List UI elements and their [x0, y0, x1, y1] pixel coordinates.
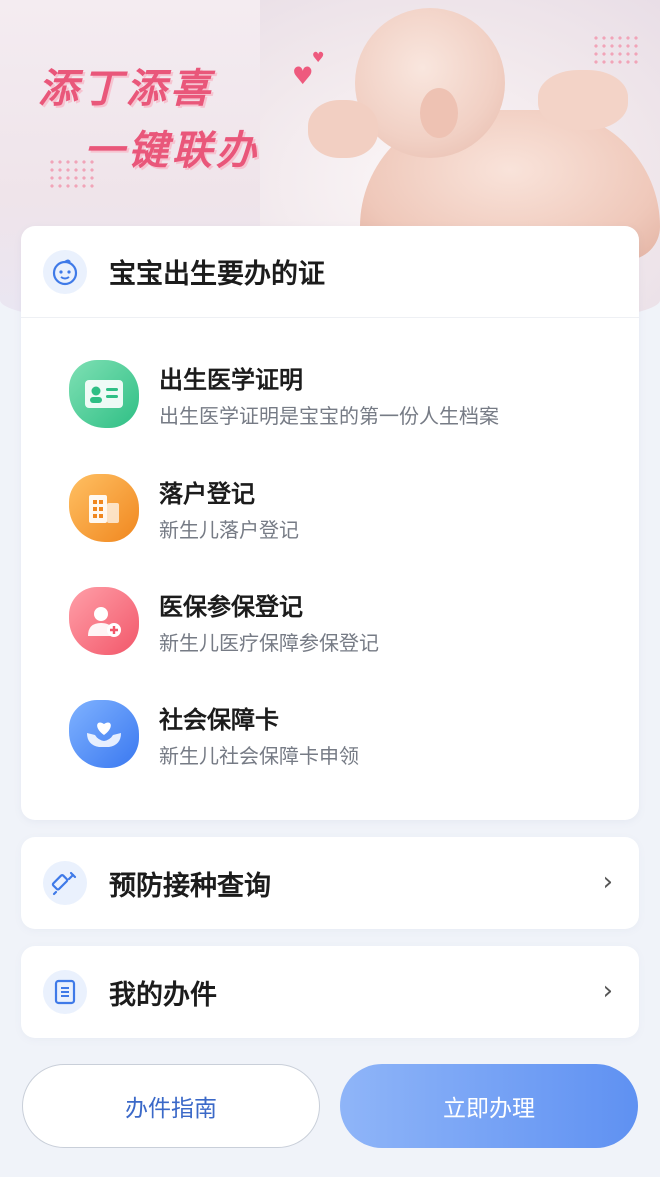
apply-now-button[interactable]: 立即办理	[340, 1064, 638, 1148]
item-medical-insurance[interactable]: 医保参保登记 新生儿医疗保障参保登记	[69, 583, 609, 663]
item-name: 出生医学证明	[159, 366, 303, 394]
item-name: 社会保障卡	[159, 706, 279, 734]
my-cases-label: 我的办件	[109, 979, 217, 1011]
item-description: 新生儿医疗保障参保登记	[159, 631, 379, 655]
card-title: 宝宝出生要办的证	[109, 259, 325, 290]
banner-title-line1: 添丁添喜	[38, 66, 214, 112]
baby-face-icon	[43, 249, 87, 294]
card-header: 宝宝出生要办的证	[21, 226, 639, 318]
syringe-icon	[43, 861, 87, 905]
baby-photo-hand-right	[538, 70, 628, 130]
baby-photo-ear	[420, 88, 458, 138]
heart-hands-icon	[69, 700, 139, 768]
item-name: 医保参保登记	[159, 593, 303, 621]
document-icon	[43, 970, 87, 1014]
chevron-right-icon: ›	[602, 867, 613, 897]
item-birth-certificate[interactable]: 出生医学证明 出生医学证明是宝宝的第一份人生档案	[69, 356, 609, 436]
item-social-security-card[interactable]: 社会保障卡 新生儿社会保障卡申领	[69, 696, 609, 776]
chevron-right-icon: ›	[602, 976, 613, 1006]
vaccination-query-row[interactable]: 预防接种查询 ›	[21, 837, 639, 929]
guide-button[interactable]: 办件指南	[22, 1064, 320, 1148]
user-plus-icon	[69, 587, 139, 655]
item-name: 落户登记	[159, 480, 255, 508]
item-description: 新生儿社会保障卡申领	[159, 744, 359, 768]
banner-title-line2: 一键联办	[84, 128, 260, 174]
item-description: 出生医学证明是宝宝的第一份人生档案	[159, 404, 499, 428]
heart-icon: ♥	[292, 62, 314, 90]
my-cases-row[interactable]: 我的办件 ›	[21, 946, 639, 1038]
baby-photo-hand	[308, 100, 378, 158]
certificates-card: 宝宝出生要办的证 出生医学证明 出生医学证明是宝宝的第一份人生档案 落户登记 新…	[21, 226, 639, 820]
vaccination-query-label: 预防接种查询	[109, 870, 271, 902]
item-description: 新生儿落户登记	[159, 518, 299, 542]
item-household-registration[interactable]: 落户登记 新生儿落户登记	[69, 470, 609, 550]
building-icon	[69, 474, 139, 542]
heart-icon: ♥	[312, 50, 325, 66]
decorative-dots	[592, 34, 642, 64]
id-card-icon	[69, 360, 139, 428]
